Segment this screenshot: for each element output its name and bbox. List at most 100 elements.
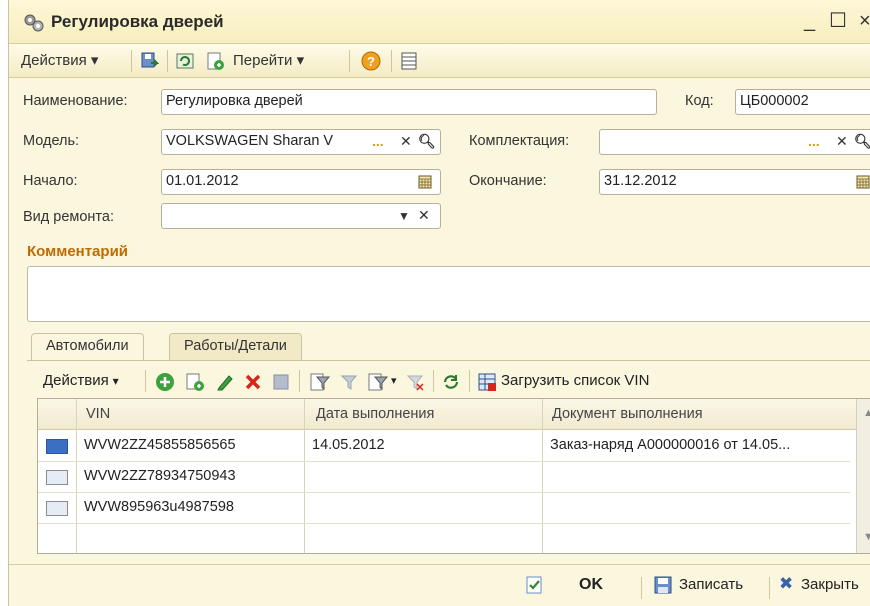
copy-row-icon[interactable] xyxy=(185,372,205,392)
toolbar-separator xyxy=(469,370,470,392)
table-actions-menu[interactable]: Действия ▾ xyxy=(43,372,119,396)
cars-table: VIN Дата выполнения Документ выполнения … xyxy=(37,398,870,554)
end-date-field[interactable]: 31.12.2012 xyxy=(599,169,870,195)
filter-value-icon[interactable] xyxy=(339,372,359,392)
clear-icon[interactable]: ✕ xyxy=(418,207,430,224)
code-value: ЦБ000002 xyxy=(740,93,809,109)
name-value: Регулировка дверей xyxy=(166,93,303,109)
repair-type-label: Вид ремонта: xyxy=(23,209,115,225)
start-date-field[interactable]: 01.01.2012 xyxy=(161,169,441,195)
toolbar-separator xyxy=(769,577,770,599)
goto-label: Перейти xyxy=(233,52,293,69)
bottom-bar: OK Записать ✖ Закрыть xyxy=(9,564,870,606)
end-edit-icon[interactable] xyxy=(271,372,291,392)
delete-row-icon[interactable] xyxy=(243,372,263,392)
calendar-icon[interactable] xyxy=(418,175,432,189)
code-label: Код: xyxy=(685,93,714,109)
model-value: VOLKSWAGEN Sharan V xyxy=(166,133,334,149)
help-icon[interactable]: ? xyxy=(361,51,381,71)
table-row[interactable]: WVW2ZZ78934750943 xyxy=(38,462,850,493)
table-row[interactable]: WVW895963u4987598 xyxy=(38,493,850,524)
end-date-value: 31.12.2012 xyxy=(604,173,677,189)
model-label: Модель: xyxy=(23,133,80,149)
toolbar-separator xyxy=(349,50,350,72)
actions-menu[interactable]: Действия ▾ xyxy=(21,51,98,69)
vertical-scrollbar[interactable]: ▲ ▼ xyxy=(856,399,870,553)
edit-row-icon[interactable] xyxy=(215,372,235,392)
refresh-icon[interactable] xyxy=(441,372,461,392)
ok-label: OK xyxy=(579,576,603,593)
filter-icon[interactable] xyxy=(309,372,331,392)
refresh-icon[interactable] xyxy=(175,51,195,71)
dropdown-arrow-icon[interactable]: ▼ xyxy=(398,209,410,223)
vin-cell: WVW2ZZ78934750943 xyxy=(84,468,236,484)
vin-cell: WVW895963u4987598 xyxy=(84,499,234,515)
start-date-value: 01.01.2012 xyxy=(166,173,239,189)
filter-settings-icon[interactable] xyxy=(367,372,389,392)
toolbar-separator xyxy=(145,370,146,392)
scroll-down-icon[interactable]: ▼ xyxy=(863,531,870,543)
chevron-down-icon[interactable]: ▾ xyxy=(391,374,397,387)
toolbar-separator xyxy=(131,50,132,72)
calendar-icon[interactable] xyxy=(856,175,870,189)
maximize-button[interactable]: ☐ xyxy=(829,8,847,33)
end-label: Окончание: xyxy=(469,173,547,189)
document-go-icon[interactable] xyxy=(205,51,225,71)
tab-works-parts[interactable]: Работы/Детали xyxy=(169,333,302,361)
table-load-icon xyxy=(478,373,496,391)
column-header-date[interactable]: Дата выполнения xyxy=(316,406,434,422)
title-bar: Регулировка дверей _ ☐ × xyxy=(9,0,870,44)
tab-cars[interactable]: Автомобили xyxy=(31,333,144,361)
column-header-document[interactable]: Документ выполнения xyxy=(552,406,703,422)
goto-menu[interactable]: Перейти ▾ xyxy=(233,51,304,69)
name-label: Наименование: xyxy=(23,93,128,109)
ok-check-icon xyxy=(526,576,542,594)
minimize-button[interactable]: _ xyxy=(804,10,815,33)
load-vin-label: Загрузить список VIN xyxy=(501,372,650,389)
name-field[interactable]: Регулировка дверей xyxy=(161,89,657,115)
row-status-icon xyxy=(46,470,68,485)
select-button[interactable]: ... xyxy=(372,133,384,149)
toolbar-separator xyxy=(299,370,300,392)
tab-works-parts-label: Работы/Детали xyxy=(184,338,287,354)
add-row-icon[interactable] xyxy=(155,372,175,392)
floppy-disk-icon xyxy=(654,576,672,594)
tab-cars-label: Автомобили xyxy=(46,338,129,354)
document-window: Регулировка дверей _ ☐ × Действия ▾ Пере… xyxy=(8,0,870,606)
save-button[interactable]: Записать xyxy=(653,575,769,597)
scroll-up-icon[interactable]: ▲ xyxy=(863,407,870,419)
open-icon[interactable]: 🔍︎ xyxy=(418,133,436,150)
table-actions-label: Действия xyxy=(43,372,109,389)
close-button[interactable]: ✖ Закрыть xyxy=(779,575,870,597)
clear-filter-icon[interactable] xyxy=(405,372,425,392)
repair-type-field[interactable]: ▼ ✕ xyxy=(161,203,441,229)
code-field[interactable]: ЦБ000002 xyxy=(735,89,870,115)
close-x-icon: ✖ xyxy=(779,575,794,593)
actions-label: Действия xyxy=(21,52,87,69)
start-label: Начало: xyxy=(23,173,78,189)
save-label: Записать xyxy=(679,576,744,593)
toolbar-separator xyxy=(433,370,434,392)
column-header-vin[interactable]: VIN xyxy=(86,406,110,422)
close-window-button[interactable]: × xyxy=(859,10,870,33)
select-button[interactable]: ... xyxy=(808,133,820,149)
chevron-down-icon: ▾ xyxy=(112,374,119,388)
document-cell[interactable]: Заказ-наряд А000000016 от 14.05... xyxy=(550,437,790,453)
save-and-close-icon[interactable] xyxy=(139,51,159,71)
row-status-icon xyxy=(46,439,68,454)
close-label: Закрыть xyxy=(801,576,859,593)
row-status-icon xyxy=(46,501,68,516)
open-icon[interactable]: 🔍︎ xyxy=(854,133,870,150)
main-toolbar: Действия ▾ Перейти ▾ ? xyxy=(9,44,870,78)
equipment-field[interactable]: ... ✕ 🔍︎ xyxy=(599,129,870,155)
gears-icon xyxy=(24,14,44,32)
toolbar-separator xyxy=(167,50,168,72)
list-settings-icon[interactable] xyxy=(399,51,419,71)
svg-text:?: ? xyxy=(367,54,375,69)
comment-field[interactable] xyxy=(27,266,870,322)
window-title: Регулировка дверей xyxy=(51,12,224,31)
clear-icon[interactable]: ✕ xyxy=(836,133,848,150)
model-field[interactable]: VOLKSWAGEN Sharan V ... ✕ 🔍︎ xyxy=(161,129,441,155)
table-row[interactable]: WVW2ZZ45855856565 14.05.2012 Заказ-наряд… xyxy=(38,431,850,462)
clear-icon[interactable]: ✕ xyxy=(400,133,412,150)
